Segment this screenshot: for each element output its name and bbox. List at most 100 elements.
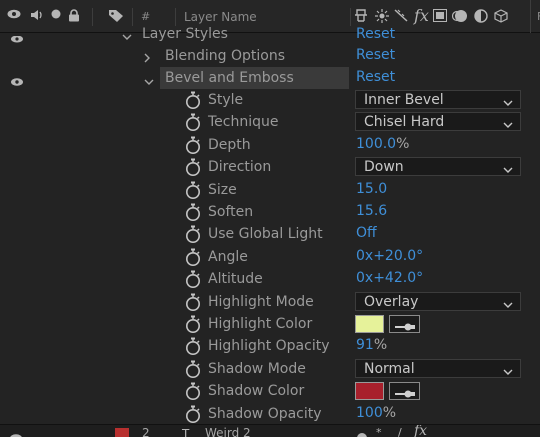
- stopwatch-icon[interactable]: [185, 337, 201, 355]
- stopwatch-icon[interactable]: [185, 113, 201, 131]
- layer-name-header[interactable]: Layer Name: [184, 10, 257, 24]
- property-row-altitude[interactable]: Altitude 0x+42.0°: [0, 268, 540, 290]
- property-row-highlight-mode[interactable]: Highlight Mode Overlay: [0, 291, 540, 313]
- property-label: Shadow Color: [208, 383, 305, 399]
- technique-dropdown[interactable]: Chisel Hard: [355, 112, 521, 131]
- blending-options-row[interactable]: Blending Options Reset: [0, 45, 540, 67]
- property-row-angle[interactable]: Angle 0x+20.0°: [0, 246, 540, 268]
- property-row-technique[interactable]: Technique Chisel Hard: [0, 111, 540, 133]
- bevel-emboss-reset[interactable]: Reset: [356, 68, 395, 86]
- degrees-value[interactable]: +42.0°: [373, 270, 423, 286]
- use-global-light-value[interactable]: Off: [356, 224, 377, 242]
- chevron-down-icon: [502, 116, 514, 128]
- header-divider: [132, 8, 133, 26]
- property-label: Highlight Mode: [208, 294, 314, 310]
- soften-value[interactable]: 15.6: [356, 202, 387, 220]
- property-label: Shadow Opacity: [208, 406, 322, 422]
- property-label: Depth: [208, 137, 251, 153]
- angle-value[interactable]: 0x+20.0°: [356, 247, 423, 265]
- property-row-style[interactable]: Style Inner Bevel: [0, 89, 540, 111]
- highlight-color-swatch[interactable]: [355, 315, 384, 333]
- numeric-value[interactable]: Off: [356, 225, 377, 241]
- blending-options-reset[interactable]: Reset: [356, 46, 395, 64]
- stopwatch-icon[interactable]: [185, 91, 201, 109]
- property-label: Highlight Color: [208, 316, 313, 332]
- label-tag-icon[interactable]: [108, 9, 124, 23]
- property-row-shadow-mode[interactable]: Shadow Mode Normal: [0, 358, 540, 380]
- size-value[interactable]: 15.0: [356, 180, 387, 198]
- collapse-sun-icon[interactable]: [375, 9, 389, 23]
- numeric-value[interactable]: 91: [356, 337, 374, 353]
- property-row-highlight-color[interactable]: Highlight Color: [0, 313, 540, 335]
- eyedropper-icon[interactable]: [389, 315, 420, 333]
- next-layer-row[interactable]: 2 T Weird 2 * / fx: [0, 424, 540, 437]
- 3d-layer-icon[interactable]: [494, 9, 508, 23]
- property-row-depth[interactable]: Depth 100.0%: [0, 134, 540, 156]
- property-row-highlight-opacity[interactable]: Highlight Opacity 91%: [0, 335, 540, 357]
- property-label: Technique: [208, 114, 279, 130]
- stopwatch-icon[interactable]: [185, 382, 201, 400]
- property-label: Soften: [208, 204, 254, 220]
- property-row-size[interactable]: Size 15.0: [0, 179, 540, 201]
- highlight-opacity-value[interactable]: 91%: [356, 336, 387, 354]
- effects-fx-icon[interactable]: fx: [414, 6, 429, 25]
- stopwatch-icon[interactable]: [185, 136, 201, 154]
- revolutions-value[interactable]: 0x: [356, 248, 373, 264]
- stopwatch-icon[interactable]: [185, 158, 201, 176]
- dropdown-value: Overlay: [364, 294, 419, 310]
- property-row-use-global-light[interactable]: Use Global Light Off: [0, 223, 540, 245]
- stopwatch-icon[interactable]: [185, 315, 201, 333]
- stopwatch-icon[interactable]: [185, 293, 201, 311]
- quality-icon[interactable]: [394, 9, 408, 22]
- stopwatch-icon[interactable]: [185, 203, 201, 221]
- stopwatch-icon[interactable]: [185, 270, 201, 288]
- direction-dropdown[interactable]: Down: [355, 157, 521, 176]
- shadow-mode-dropdown[interactable]: Normal: [355, 359, 521, 378]
- solo-dot-icon[interactable]: [51, 9, 61, 19]
- chevron-down-icon: [502, 94, 514, 106]
- highlight-mode-dropdown[interactable]: Overlay: [355, 292, 521, 311]
- adjustment-layer-icon[interactable]: [474, 9, 488, 23]
- stopwatch-icon[interactable]: [185, 225, 201, 243]
- bevel-emboss-label: Bevel and Emboss: [165, 70, 294, 86]
- layer-number: 2: [142, 426, 150, 437]
- numeric-value[interactable]: 15.6: [356, 203, 387, 219]
- property-row-shadow-opacity[interactable]: Shadow Opacity 100%: [0, 403, 540, 425]
- degrees-value[interactable]: +20.0°: [373, 248, 423, 264]
- header-divider: [175, 8, 176, 26]
- shadow-opacity-value[interactable]: 100%: [356, 404, 396, 422]
- dropdown-value: Normal: [364, 361, 415, 377]
- numeric-value[interactable]: 100.0: [356, 136, 396, 152]
- stopwatch-icon[interactable]: [185, 181, 201, 199]
- style-dropdown[interactable]: Inner Bevel: [355, 90, 521, 109]
- property-row-soften[interactable]: Soften 15.6: [0, 201, 540, 223]
- depth-value[interactable]: 100.0%: [356, 135, 409, 153]
- chevron-down-icon: [502, 363, 514, 375]
- eyedropper-icon[interactable]: [389, 382, 420, 400]
- bevel-emboss-row[interactable]: Bevel and Emboss Reset: [0, 67, 540, 89]
- shy-icon[interactable]: [354, 9, 368, 22]
- dropdown-value: Inner Bevel: [364, 92, 444, 108]
- stopwatch-icon[interactable]: [185, 360, 201, 378]
- motion-blur-icon[interactable]: [452, 9, 468, 23]
- layer-styles-reset[interactable]: Reset: [356, 25, 395, 43]
- revolutions-value[interactable]: 0x: [356, 270, 373, 286]
- numeric-value[interactable]: 100: [356, 405, 383, 421]
- frame-blending-icon[interactable]: [433, 9, 447, 22]
- video-eye-icon[interactable]: [7, 9, 21, 19]
- property-row-shadow-color[interactable]: Shadow Color: [0, 380, 540, 402]
- layer-name[interactable]: Weird 2: [205, 426, 251, 437]
- property-row-direction[interactable]: Direction Down: [0, 156, 540, 178]
- shadow-color-swatch[interactable]: [355, 382, 384, 400]
- altitude-value[interactable]: 0x+42.0°: [356, 269, 423, 287]
- unit-label: %: [382, 405, 397, 421]
- chevron-right-icon[interactable]: [142, 49, 152, 68]
- audio-speaker-icon[interactable]: [30, 9, 44, 21]
- quality-icon[interactable]: /: [398, 426, 402, 437]
- stopwatch-icon[interactable]: [185, 248, 201, 266]
- numeric-value[interactable]: 15.0: [356, 181, 387, 197]
- collapse-sun-icon[interactable]: *: [376, 426, 382, 437]
- lock-icon[interactable]: [68, 9, 80, 22]
- effects-fx-icon[interactable]: fx: [414, 425, 427, 437]
- stopwatch-icon[interactable]: [185, 405, 201, 423]
